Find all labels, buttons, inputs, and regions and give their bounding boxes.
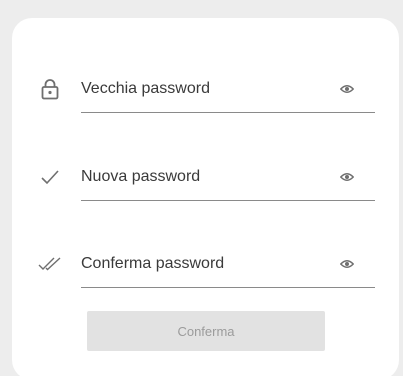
confirm-password-underline (81, 287, 375, 288)
old-password-field[interactable]: Vecchia password (12, 75, 399, 135)
confirm-button[interactable]: Conferma (87, 311, 325, 351)
new-password-label: Nuova password (81, 168, 201, 185)
old-password-underline (81, 112, 375, 113)
old-password-label: Vecchia password (81, 80, 210, 97)
check-icon (36, 163, 64, 191)
lock-icon (36, 75, 64, 103)
change-password-card: Vecchia password Nuova password Conferma… (12, 18, 399, 376)
double-check-icon (36, 250, 64, 278)
eye-icon[interactable] (337, 256, 357, 272)
eye-icon[interactable] (337, 169, 357, 185)
eye-icon[interactable] (337, 81, 357, 97)
confirm-password-label: Conferma password (81, 255, 225, 272)
new-password-field[interactable]: Nuova password (12, 163, 399, 223)
confirm-password-field[interactable]: Conferma password (12, 250, 399, 310)
new-password-underline (81, 200, 375, 201)
